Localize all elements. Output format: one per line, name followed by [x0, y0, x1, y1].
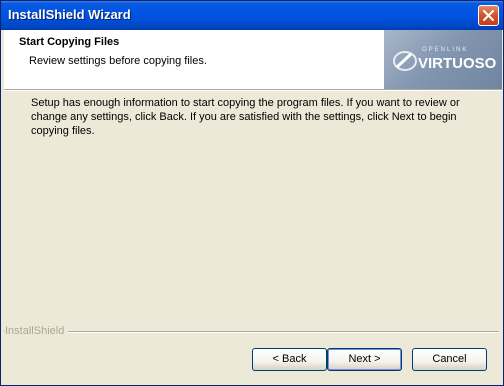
cancel-button[interactable]: Cancel — [412, 348, 487, 371]
installshield-brand: InstallShield — [5, 325, 69, 337]
window-title: InstallShield Wizard — [8, 7, 131, 22]
instructions-text: Setup has enough information to start co… — [31, 97, 460, 137]
title-bar[interactable]: InstallShield Wizard — [1, 1, 503, 30]
header-separator — [4, 89, 502, 91]
logo-swoosh-icon — [393, 51, 417, 71]
step-title: Start Copying Files — [19, 36, 120, 48]
step-subtitle: Review settings before copying files. — [29, 55, 207, 67]
logo-small-text: OPENLINK — [422, 47, 469, 53]
wizard-header: Start Copying Files Review settings befo… — [4, 30, 502, 89]
product-logo: OPENLINK VIRTUOSO — [384, 30, 502, 89]
footer-separator — [4, 331, 499, 333]
back-button[interactable]: < Back — [252, 348, 327, 371]
installer-window: InstallShield Wizard Start Copying Files… — [0, 0, 504, 386]
next-button[interactable]: Next > — [327, 348, 402, 371]
close-icon — [483, 10, 494, 21]
close-button[interactable] — [478, 5, 499, 26]
logo-big-text: VIRTUOSO — [418, 55, 497, 72]
